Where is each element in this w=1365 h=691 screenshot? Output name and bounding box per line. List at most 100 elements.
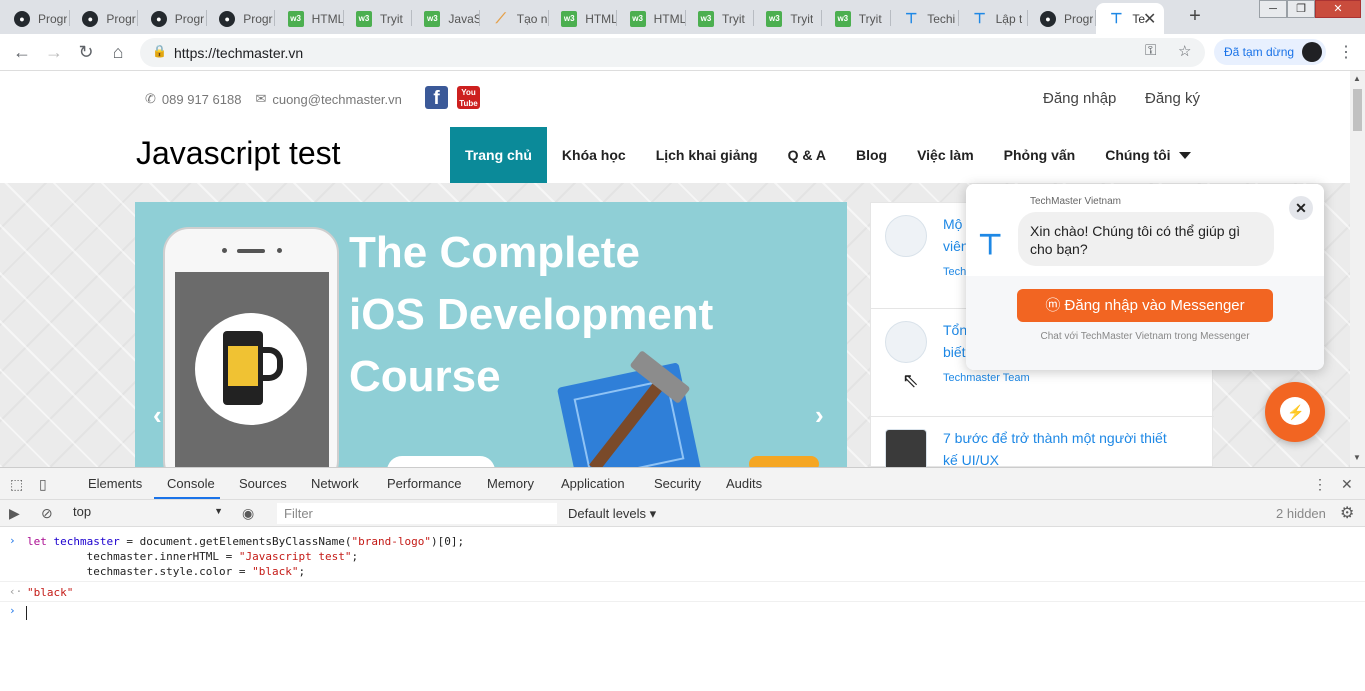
reload-icon[interactable]: ↻ (74, 41, 98, 63)
prompt-icon: › (9, 534, 16, 547)
tab-title: Progr (1064, 11, 1094, 26)
post-title[interactable]: 7 bước để trở thành một người thiết kế UI… (943, 427, 1198, 467)
context-select[interactable]: top ▼ (73, 504, 223, 523)
techmaster-logo-icon: ⊤ (978, 229, 1003, 260)
brand-logo[interactable]: Javascript test (136, 135, 341, 172)
nav-item[interactable]: Q & A (773, 127, 841, 183)
prompt-icon: › (9, 604, 16, 617)
browser-tab[interactable]: ● Progr (207, 3, 276, 34)
close-icon[interactable]: ✕ (1289, 196, 1313, 220)
console-code: let techmaster = document.getElementsByC… (27, 535, 465, 578)
tab-title: Techi (927, 11, 956, 26)
phone-number[interactable]: 089 917 6188 (162, 92, 242, 107)
clear-console-icon[interactable]: ⊘ (41, 505, 53, 522)
star-icon[interactable]: ☆ (1178, 42, 1191, 60)
device-toolbar-icon[interactable]: ▯ (39, 476, 47, 493)
browser-menu-icon[interactable]: ⋮ (1338, 42, 1354, 62)
log-levels-select[interactable]: Default levels ▾ (568, 506, 656, 522)
facebook-icon[interactable]: f (425, 86, 448, 109)
login-link[interactable]: Đăng nhập (1043, 90, 1116, 107)
browser-tab[interactable]: ⊤ Techi (891, 3, 960, 34)
devtools-menu-icon[interactable]: ⋮ (1313, 476, 1327, 493)
techmaster-icon: ⊤ (905, 10, 918, 26)
eye-icon[interactable]: ◉ (242, 505, 254, 522)
slider-prev-icon[interactable]: ‹ (153, 400, 162, 431)
email-address[interactable]: cuong@techmaster.vn (272, 92, 402, 107)
messenger-chat-button[interactable]: ⚡ (1265, 382, 1325, 442)
avatar (1302, 42, 1322, 62)
devtools-tab[interactable]: Elements (88, 476, 142, 491)
browser-tab[interactable]: w3 Tryit (344, 3, 412, 34)
w3schools-icon: w3 (629, 10, 646, 27)
profile-label: Đã tạm dừng (1224, 45, 1295, 59)
nav-item[interactable]: Việc làm (902, 127, 989, 183)
hero-title: The Complete iOS Development Course (349, 222, 819, 408)
tab-title: Progr (106, 11, 136, 26)
back-icon[interactable]: ← (10, 41, 34, 63)
github-icon: ● (14, 10, 30, 27)
w3schools-icon: w3 (561, 10, 578, 27)
devtools-tab[interactable]: Network (311, 476, 359, 491)
devtools-tab[interactable]: Memory (487, 476, 534, 491)
mouse-cursor-icon: ⇖ (902, 370, 919, 392)
devtools-tab[interactable]: Security (654, 476, 701, 491)
devtools-tab[interactable]: Application (561, 476, 625, 491)
caret-down-icon (1178, 151, 1191, 159)
url-text[interactable]: https://techmaster.vn (174, 45, 303, 61)
inspect-element-icon[interactable]: ⬚ (10, 476, 23, 493)
page-scrollbar[interactable]: ▲ ▼ (1350, 71, 1365, 467)
close-tab-icon[interactable]: ✕ (1143, 9, 1156, 29)
messenger-login-button[interactable]: ⓜ Đăng nhập vào Messenger (1017, 289, 1273, 322)
w3schools-icon: w3 (766, 10, 783, 27)
nav-item[interactable]: Chúng tôi (1090, 127, 1205, 183)
devtools-tab[interactable]: Console (167, 476, 215, 491)
browser-tab[interactable]: w3 Tryit (686, 3, 754, 34)
browser-tab[interactable]: w3 HTML (549, 3, 618, 34)
profile-button[interactable]: Đã tạm dừng (1214, 39, 1326, 65)
browser-tab[interactable]: ● Progr (2, 3, 70, 34)
sidebar-toggle-icon[interactable]: ▶ (9, 505, 20, 522)
nav-item[interactable]: Lịch khai giảng (641, 127, 773, 183)
post-author[interactable]: Techmaster Team (943, 372, 1030, 384)
browser-tab[interactable]: w3 HTML (276, 3, 344, 34)
close-devtools-icon[interactable]: ✕ (1341, 476, 1353, 493)
register-link[interactable]: Đăng ký (1145, 90, 1200, 107)
devtools-tab[interactable]: Audits (726, 476, 762, 491)
console-prompt-line[interactable]: › (0, 604, 1365, 622)
browser-tab[interactable]: w3 JavaS (412, 3, 481, 34)
new-tab-button[interactable]: + (1184, 6, 1206, 28)
nav-item[interactable]: Blog (841, 127, 902, 183)
beer-icon (195, 313, 307, 425)
youtube-icon[interactable]: You Tube (457, 86, 480, 109)
browser-tab[interactable]: w3 Tryit (823, 3, 891, 34)
post-author[interactable]: Tech (943, 266, 966, 278)
hero-cta-button[interactable] (387, 456, 495, 467)
home-icon[interactable]: ⌂ (106, 41, 130, 63)
devtools-tab[interactable]: Performance (387, 476, 461, 491)
filter-input[interactable]: Filter (277, 503, 557, 524)
browser-tab[interactable]: ⊤ Lập t (960, 3, 1028, 34)
gear-icon[interactable]: ⚙ (1340, 503, 1354, 523)
forward-icon[interactable]: → (42, 41, 66, 63)
tab-title: Progr (243, 11, 273, 26)
list-item[interactable]: 7 bước để trở thành một người thiết kế UI… (871, 417, 1214, 467)
key-icon[interactable]: ⚿ (1145, 42, 1156, 59)
address-bar[interactable]: 🔒 https://techmaster.vn ⚿ ☆ (140, 38, 1205, 67)
browser-tab[interactable]: w3 Tryit (754, 3, 823, 34)
w3schools-icon: w3 (287, 10, 304, 27)
nav-item[interactable]: Phỏng vấn (989, 127, 1091, 183)
browser-tab[interactable]: w3 HTML (618, 3, 686, 34)
browser-tab[interactable]: ⊤ Te ✕ (1096, 3, 1165, 34)
browser-tab[interactable]: ● Progr (70, 3, 139, 34)
hero-title-line: The Complete (349, 228, 640, 277)
nav-item[interactable]: Trang chủ (450, 127, 547, 183)
minimize-button[interactable]: ─ (1259, 0, 1287, 18)
maximize-button[interactable]: ❐ (1287, 0, 1315, 18)
devtools-tab[interactable]: Sources (239, 476, 287, 491)
nav-item[interactable]: Khóa học (547, 127, 641, 183)
browser-tab[interactable]: ⟋ Tạo n (481, 3, 549, 34)
slider-next-icon[interactable]: › (815, 400, 824, 431)
browser-tab[interactable]: ● Progr (1028, 3, 1096, 34)
close-window-button[interactable]: ✕ (1315, 0, 1361, 18)
browser-tab[interactable]: ● Progr (139, 3, 207, 34)
